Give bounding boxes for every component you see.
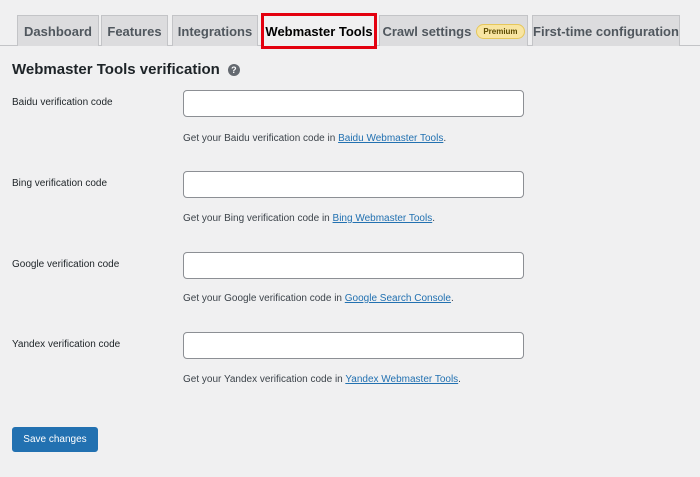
- google-verification-input[interactable]: [183, 252, 524, 279]
- premium-badge: Premium: [476, 23, 525, 39]
- baidu-verification-input[interactable]: [183, 90, 524, 117]
- settings-tab-bar: Dashboard Features Integrations Webmaste…: [0, 0, 700, 49]
- yandex-label: Yandex verification code: [12, 339, 121, 350]
- tab-webmaster-tools[interactable]: Webmaster Tools: [261, 13, 377, 49]
- yandex-verification-input[interactable]: [183, 332, 524, 359]
- bing-verification-input[interactable]: [183, 171, 524, 198]
- baidu-label: Baidu verification code: [12, 97, 113, 108]
- yandex-description: Get your Yandex verification code in Yan…: [183, 374, 461, 385]
- google-label: Google verification code: [12, 259, 120, 270]
- section-title: Webmaster Tools verification ?: [12, 61, 240, 78]
- google-description: Get your Google verification code in Goo…: [183, 293, 454, 304]
- baidu-webmaster-tools-link[interactable]: Baidu Webmaster Tools: [338, 133, 443, 144]
- bing-label: Bing verification code: [12, 178, 108, 189]
- question-circle-icon[interactable]: ?: [227, 63, 240, 76]
- tab-crawl-settings[interactable]: Crawl settings Premium: [379, 15, 528, 46]
- baidu-description: Get your Baidu verification code in Baid…: [183, 133, 447, 144]
- bing-webmaster-tools-link[interactable]: Bing Webmaster Tools: [333, 213, 433, 224]
- tab-first-time-configuration[interactable]: First-time configuration: [532, 15, 680, 46]
- save-changes-button[interactable]: Save changes: [12, 427, 98, 452]
- yandex-webmaster-tools-link[interactable]: Yandex Webmaster Tools: [345, 374, 458, 385]
- google-search-console-link[interactable]: Google Search Console: [345, 293, 451, 304]
- tab-dashboard[interactable]: Dashboard: [17, 15, 99, 46]
- tab-features[interactable]: Features: [101, 15, 168, 46]
- tab-integrations[interactable]: Integrations: [172, 15, 258, 46]
- bing-description: Get your Bing verification code in Bing …: [183, 213, 435, 224]
